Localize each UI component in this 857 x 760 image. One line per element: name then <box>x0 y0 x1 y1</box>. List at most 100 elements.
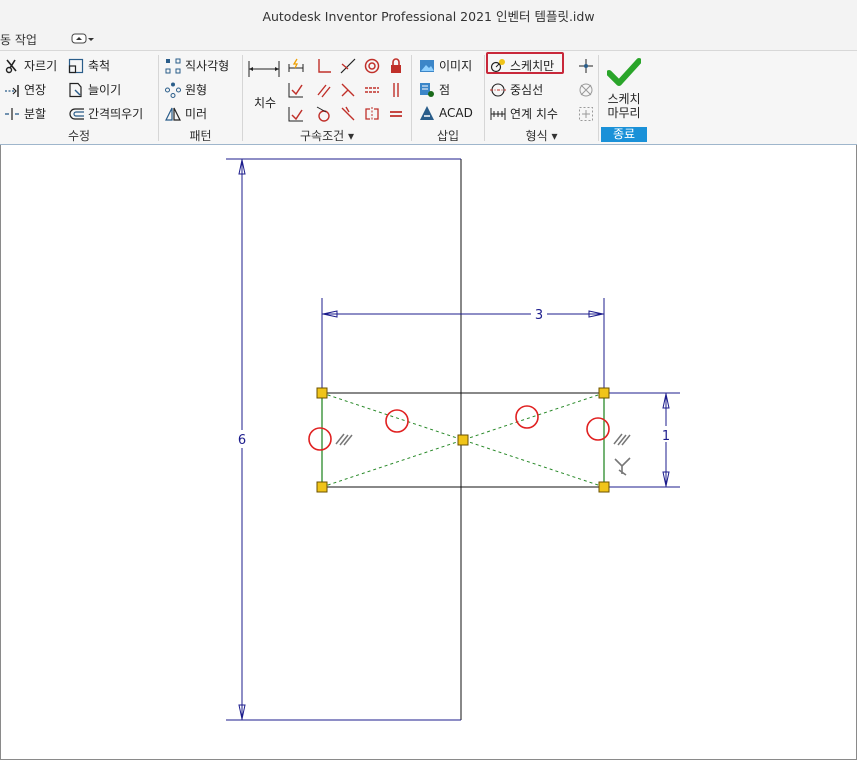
construction-icon <box>579 107 593 121</box>
tangent-icon <box>340 58 356 74</box>
scale-button[interactable]: 축척 <box>68 57 110 74</box>
symmetric-button[interactable] <box>339 105 357 123</box>
finish-sketch-label[interactable]: 스케치 마무리 <box>601 92 647 120</box>
image-icon <box>419 58 435 74</box>
circular-pattern-label: 원형 <box>185 83 208 97</box>
image-label: 이미지 <box>439 59 473 73</box>
points-import-icon <box>419 82 435 98</box>
smooth-button[interactable] <box>287 105 305 123</box>
sketch-point[interactable] <box>316 481 328 493</box>
annotation-circle <box>385 409 409 433</box>
center-point-button[interactable] <box>577 57 595 75</box>
auto-dimension-button[interactable] <box>287 57 305 75</box>
pattern-group-label: 패턴 <box>189 129 212 143</box>
offset-icon <box>68 106 84 122</box>
coincident-constraint-icon[interactable] <box>612 456 632 476</box>
auto-dimension-icon <box>288 58 304 72</box>
parallel-constraint-icon[interactable] <box>612 432 631 446</box>
tangent-circle-button[interactable] <box>315 105 333 123</box>
sketch-only-highlight <box>486 52 564 74</box>
quick-access-toolbar: 동 작업 <box>0 28 857 50</box>
scissors-icon <box>4 58 20 74</box>
dimension-height-small[interactable]: 1 <box>662 429 670 444</box>
annotation-circle <box>586 417 610 441</box>
offset-label: 간격띄우기 <box>88 107 144 121</box>
qat-label[interactable]: 동 작업 <box>0 31 37 48</box>
split-button[interactable]: 분할 <box>4 105 46 122</box>
centerline-label: 중심선 <box>510 83 544 97</box>
collinear-button[interactable] <box>339 81 357 99</box>
centerline-icon <box>490 82 506 98</box>
coincident-icon <box>288 83 303 98</box>
equal-button[interactable] <box>387 105 405 123</box>
sketch-point[interactable] <box>598 481 610 493</box>
qat-dropdown-button[interactable] <box>71 33 95 45</box>
centerline-button[interactable]: 중심선 <box>490 81 543 98</box>
driven-dimension-label: 연계 치수 <box>510 107 558 121</box>
dimension-label: 치수 <box>253 96 277 110</box>
center-point-icon <box>579 59 593 73</box>
equal-icon <box>390 111 402 117</box>
circular-pattern-button[interactable]: 원형 <box>165 81 207 98</box>
format-group-label[interactable]: 형식 ▾ <box>485 127 598 144</box>
perpendicular-button[interactable] <box>315 57 333 75</box>
dimension-icon <box>248 61 280 77</box>
concentric-button[interactable] <box>363 57 381 75</box>
sketch-canvas[interactable]: 6 3 1 <box>0 145 857 760</box>
mirror-button[interactable]: 미러 <box>165 105 207 122</box>
split-icon <box>4 106 20 122</box>
vertical-button[interactable] <box>387 81 405 99</box>
ribbon: 자르기 축척 연장 늘이기 분할 간격띄우기 수정 직사각형 원형 미러 패턴 … <box>0 50 857 145</box>
stretch-button[interactable]: 늘이기 <box>68 81 121 98</box>
vertical-icon <box>393 83 399 97</box>
dimension-width[interactable]: 3 <box>535 308 543 323</box>
annotation-circle <box>515 405 539 429</box>
stretch-icon <box>68 82 84 98</box>
extend-label: 연장 <box>24 83 47 97</box>
horizontal-button[interactable] <box>363 81 381 99</box>
concentric-icon <box>364 58 380 74</box>
sketch-point[interactable] <box>316 387 328 399</box>
image-button[interactable]: 이미지 <box>419 57 472 74</box>
collinear-icon <box>341 83 355 97</box>
tangent-circle-icon <box>316 106 330 122</box>
mirror-icon <box>165 106 181 122</box>
show-constraints-button[interactable] <box>577 81 595 99</box>
points-label: 점 <box>439 83 451 97</box>
group-divider <box>598 55 599 141</box>
construction-button[interactable] <box>577 105 595 123</box>
extend-button[interactable]: 연장 <box>4 81 46 98</box>
driven-dimension-icon <box>490 106 506 122</box>
constrain-group-label[interactable]: 구속조건 ▾ <box>243 127 411 144</box>
insert-group-label: 삽입 <box>436 129 460 143</box>
parallel-constraint-icon[interactable] <box>334 432 353 446</box>
sketch-point[interactable] <box>598 387 610 399</box>
parallel-button[interactable] <box>315 81 333 99</box>
coincident-button[interactable] <box>287 81 305 99</box>
annotation-circle <box>308 427 332 451</box>
dimension-height-big[interactable]: 6 <box>238 433 246 448</box>
finish-sketch-button[interactable] <box>606 57 642 91</box>
rectangular-pattern-icon <box>165 58 181 74</box>
trim-button[interactable]: 자르기 <box>4 57 57 74</box>
caret-dropdown-icon <box>71 33 94 44</box>
scale-label: 축척 <box>88 59 111 73</box>
driven-dimension-button[interactable]: 연계 치수 <box>490 105 558 122</box>
tangent-button[interactable] <box>339 57 357 75</box>
acad-label: ACAD <box>439 106 473 120</box>
dimension-button[interactable]: 치수 <box>247 59 283 110</box>
fix-button[interactable] <box>387 57 405 75</box>
symmetry-icon <box>365 107 379 121</box>
rect-pattern-button[interactable]: 직사각형 <box>165 57 229 74</box>
sketch-point-center[interactable] <box>457 434 469 446</box>
perpendicular-icon <box>318 59 331 73</box>
modify-group-label: 수정 <box>67 129 91 143</box>
acad-icon <box>419 105 435 121</box>
points-button[interactable]: 점 <box>419 81 450 98</box>
acad-button[interactable]: ACAD <box>419 105 473 121</box>
offset-button[interactable]: 간격띄우기 <box>68 105 143 122</box>
title-bar: Autodesk Inventor Professional 2021 인벤터 … <box>0 0 857 28</box>
symmetry-line-button[interactable] <box>363 105 381 123</box>
circular-pattern-icon <box>165 82 181 98</box>
trim-label: 자르기 <box>24 59 58 73</box>
